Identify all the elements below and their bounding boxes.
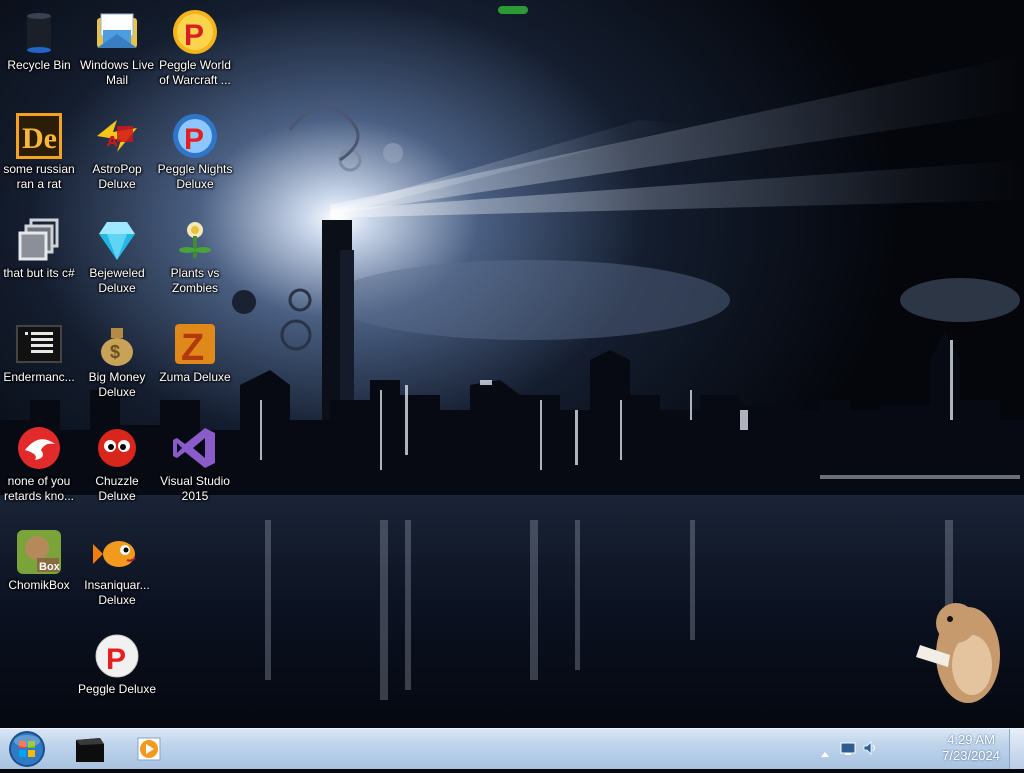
svg-text:$: $ <box>110 342 120 362</box>
desktop-icon-bejeweled-deluxe[interactable]: Bejeweled Deluxe <box>77 212 157 296</box>
visual-studio-icon <box>171 424 219 472</box>
volume-icon[interactable] <box>862 740 878 760</box>
network-icon[interactable] <box>840 741 856 760</box>
diamond-icon <box>93 216 141 264</box>
desktop-icon-astropop-deluxe[interactable]: ᴀ AstroPop Deluxe <box>77 108 157 192</box>
desktop-icon-label: none of you retards kno... <box>3 474 75 503</box>
mail-icon <box>93 8 141 56</box>
desktop-icon-label: that but its c# <box>3 266 75 280</box>
desktop-icon-label: AstroPop Deluxe <box>92 162 142 191</box>
clock-time: 4:29 AM <box>947 732 995 747</box>
desktop-icon-label: Peggle World of Warcraft ... <box>159 58 231 87</box>
svg-text:De: De <box>22 122 57 155</box>
desktop-icon-label: Zuma Deluxe <box>159 370 231 384</box>
svg-text:P: P <box>184 19 204 52</box>
svg-text:P: P <box>106 643 126 676</box>
peggle-ball-icon: P <box>93 632 141 680</box>
taskbar-media-player[interactable] <box>122 732 178 766</box>
media-player-icon <box>137 737 161 761</box>
de-icon: De <box>15 112 63 160</box>
desktop-icon-that-but-its-csharp[interactable]: that but its c# <box>0 212 79 281</box>
desktop-icon-big-money-deluxe[interactable]: $ Big Money Deluxe <box>77 316 157 400</box>
chomikbox-icon: Box <box>15 528 63 576</box>
chuzzle-icon <box>93 424 141 472</box>
chevron-up-icon[interactable] <box>820 743 830 762</box>
peggle-icon: P <box>171 8 219 56</box>
system-tray: 4:29 AM 7/23/2024 <box>814 729 1024 769</box>
start-button[interactable] <box>6 729 48 769</box>
desktop-icon-chuzzle-deluxe[interactable]: Chuzzle Deluxe <box>77 420 157 504</box>
fish-icon <box>93 528 141 576</box>
clock-date: 7/23/2024 <box>942 748 1000 763</box>
desktop-icon-recycle-bin[interactable]: Recycle Bin <box>0 4 79 73</box>
svg-text:Z: Z <box>181 327 204 368</box>
black-box-icon <box>76 738 104 762</box>
desktop-icon-label: Big Money Deluxe <box>88 370 146 399</box>
desktop-icon-label: Windows Live Mail <box>79 58 155 87</box>
astropop-icon: ᴀ <box>93 112 141 160</box>
desktop-icon-endermanch[interactable]: Endermanc... <box>0 316 79 385</box>
desktop-icon-label: Insaniquar... Deluxe <box>84 578 150 607</box>
taskbar-black-box[interactable] <box>62 732 118 766</box>
desktop-icon-label: Peggle Nights Deluxe <box>157 162 233 191</box>
desktop-icon-peggle-deluxe[interactable]: P Peggle Deluxe <box>77 628 157 697</box>
svg-text:Box: Box <box>39 561 61 573</box>
svg-text:P: P <box>184 123 204 156</box>
desktop-icon-peggle-nights-deluxe[interactable]: P Peggle Nights Deluxe <box>155 108 235 192</box>
desktop-icon-none-of-you-retards[interactable]: none of you retards kno... <box>0 420 79 504</box>
desktop-icon-zuma-deluxe[interactable]: Z Zuma Deluxe <box>155 316 235 385</box>
taskbar: 4:29 AM 7/23/2024 <box>0 728 1024 769</box>
desktop-icon-plants-vs-zombies[interactable]: Plants vs Zombies <box>155 212 235 296</box>
recycle-bin-icon <box>15 8 63 56</box>
clock[interactable]: 4:29 AM 7/23/2024 <box>942 732 1000 764</box>
desktop-icon-windows-live-mail[interactable]: Windows Live Mail <box>77 4 157 88</box>
desktop-icon-visual-studio-2015[interactable]: Visual Studio 2015 <box>155 420 235 504</box>
desktop-icon-label: Chuzzle Deluxe <box>95 474 139 503</box>
red-bird-icon <box>15 424 63 472</box>
desktop-icon-label: Visual Studio 2015 <box>160 474 230 503</box>
desktop-icon-label: Plants vs Zombies <box>170 266 220 295</box>
money-bag-icon: $ <box>93 320 141 368</box>
console-icon <box>15 320 63 368</box>
desktop-icon-label: ChomikBox <box>8 578 70 592</box>
windows-start-orb-icon <box>9 731 45 767</box>
multiwindow-icon <box>15 216 63 264</box>
desktop-icon-insaniquarium-deluxe[interactable]: Insaniquar... Deluxe <box>77 524 157 608</box>
svg-text:ᴀ: ᴀ <box>107 130 118 150</box>
show-desktop-button[interactable] <box>1009 729 1024 769</box>
desktop-icon-chomikbox[interactable]: Box ChomikBox <box>0 524 79 593</box>
desktop-icon-label: Peggle Deluxe <box>77 682 157 696</box>
desktop-icon-peggle-world-of-warcraft[interactable]: P Peggle World of Warcraft ... <box>155 4 235 88</box>
desktop-icon-label: some russian ran a rat <box>3 162 75 191</box>
zuma-icon: Z <box>171 320 219 368</box>
desktop-icon-some-russian-ran-a-rat[interactable]: De some russian ran a rat <box>0 108 79 192</box>
desktop-icon-label: Bejeweled Deluxe <box>89 266 145 295</box>
desktop-icon-label: Endermanc... <box>3 370 75 384</box>
plants-vs-zombies-icon <box>171 216 219 264</box>
desktop-icon-label: Recycle Bin <box>7 58 71 72</box>
peggle-nights-icon: P <box>171 112 219 160</box>
